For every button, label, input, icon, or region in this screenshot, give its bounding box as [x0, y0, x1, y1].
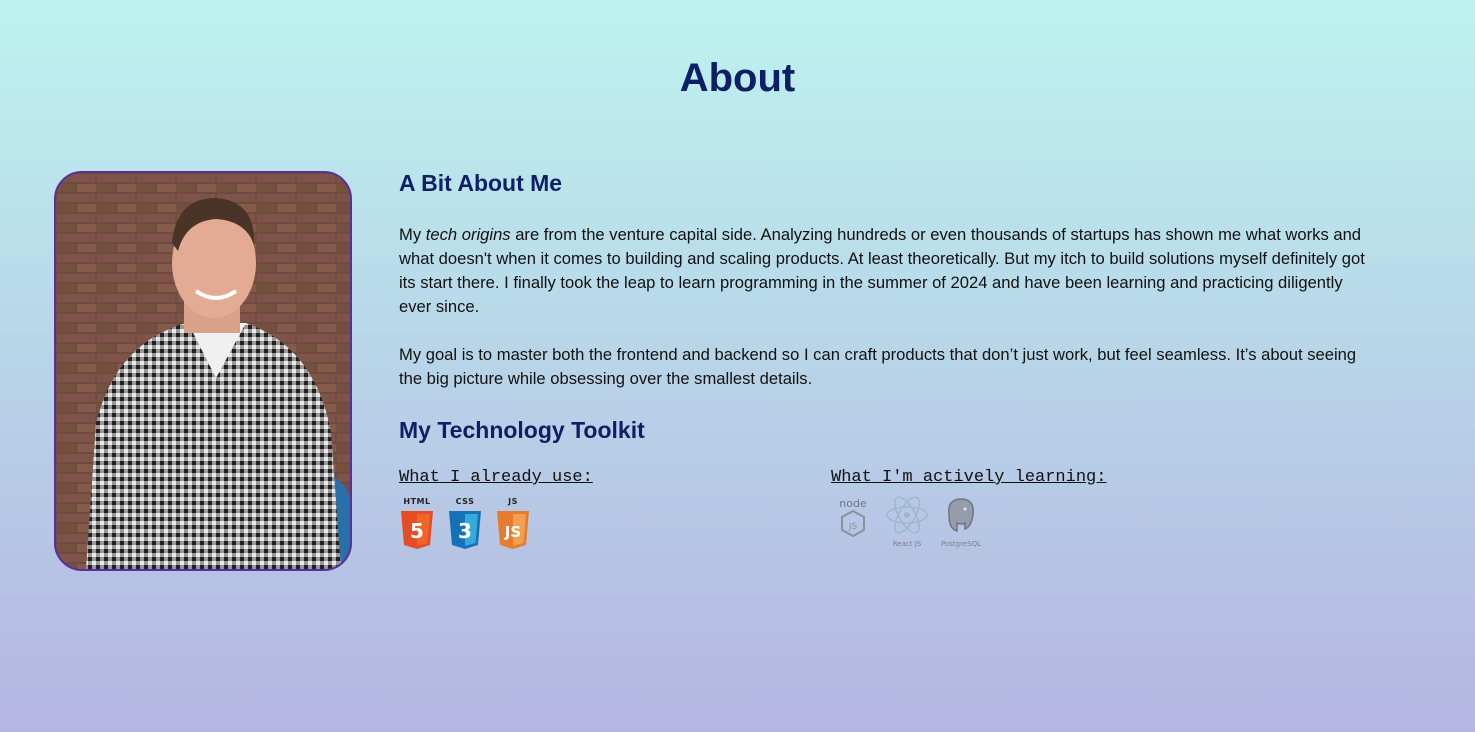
learning-column: What I'm actively learning: node JS Reac… [831, 468, 1107, 548]
profile-photo [54, 171, 352, 571]
js-glyph: JS [504, 523, 521, 541]
nodejs-label: node [839, 497, 867, 510]
icon-label: JS [508, 497, 518, 506]
learning-title: What I'm actively learning: [831, 468, 1107, 487]
react-icon: React JS [885, 495, 929, 548]
nodejs-icon: node JS [831, 495, 875, 545]
bio-text: are from the venture capital side. Analy… [399, 225, 1365, 316]
react-label: React JS [892, 540, 922, 548]
learning-icons: node JS React JS PostgreSQL [831, 495, 1106, 548]
html5-icon: HTML 5 [399, 497, 435, 551]
postgresql-icon: PostgreSQL [939, 495, 983, 548]
about-content: A Bit About Me My tech origins are from … [399, 168, 1374, 568]
icon-label: CSS [455, 497, 475, 506]
bio-paragraph-2: My goal is to master both the frontend a… [399, 345, 1357, 388]
html5-glyph: 5 [410, 519, 424, 543]
css3-icon: CSS 3 [447, 497, 483, 551]
using-column: What I already use: HTML 5 CSS 3 JS JS [399, 468, 593, 551]
icon-label: HTML [403, 497, 431, 506]
toolkit-heading: My Technology Toolkit [399, 417, 645, 443]
toolkit-columns: What I already use: HTML 5 CSS 3 JS JS W… [399, 468, 1374, 568]
bio-text: My [399, 225, 426, 244]
portrait-image [56, 173, 350, 569]
css3-glyph: 3 [458, 519, 472, 543]
svg-text:JS: JS [848, 522, 858, 532]
using-icons: HTML 5 CSS 3 JS JS [399, 497, 593, 551]
page-title: About [679, 56, 796, 100]
bio-emphasis: tech origins [425, 225, 511, 244]
js-icon: JS JS [495, 497, 531, 551]
using-title: What I already use: [399, 468, 593, 487]
postgresql-label: PostgreSQL [941, 540, 981, 548]
bio-paragraph-1: My tech origins are from the venture cap… [399, 223, 1374, 319]
bio-heading: A Bit About Me [399, 170, 563, 196]
